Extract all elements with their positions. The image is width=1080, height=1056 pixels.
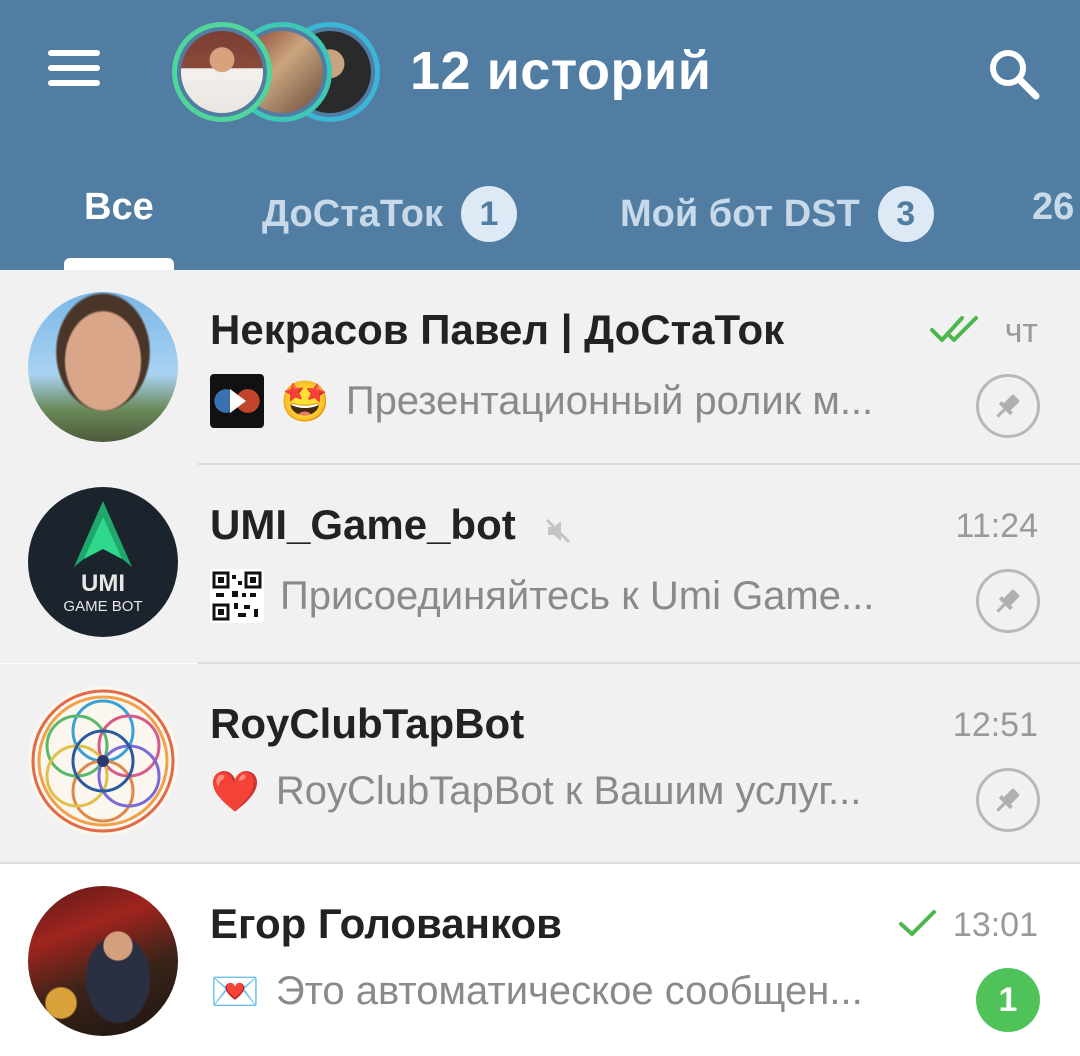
- chat-time: 13:01: [952, 906, 1038, 944]
- unread-count-badge: 1: [976, 968, 1040, 1032]
- tab-dostatok[interactable]: ДоСтаТок 1: [262, 186, 517, 242]
- video-thumbnail-icon: [210, 374, 264, 428]
- chat-name: UMI_Game_bot: [210, 501, 516, 548]
- check-icon: [899, 910, 936, 936]
- chat-preview-text: Это автоматическое сообщен...: [275, 969, 863, 1013]
- pin-icon: [976, 569, 1040, 633]
- hamburger-menu-icon[interactable]: [48, 50, 104, 94]
- star-eyes-emoji: 🤩: [280, 379, 330, 424]
- chat-preview: ❤️ RoyClubTapBot к Вашим услуг...: [210, 768, 861, 815]
- stories-stack[interactable]: [172, 22, 382, 122]
- tab-label: Мой бот DST: [620, 192, 860, 235]
- story-avatar-1[interactable]: [172, 22, 272, 122]
- chat-row-nekrasov[interactable]: Некрасов Павел | ДоСтаТок чт 🤩 Презентац…: [0, 270, 1080, 468]
- avatar: [28, 292, 178, 442]
- muted-speaker-icon: [545, 518, 571, 544]
- flower-of-life-logo: [31, 689, 175, 833]
- chat-preview-text: Презентационный ролик м...: [345, 378, 874, 423]
- svg-text:UMI: UMI: [81, 570, 125, 597]
- chat-list: Некрасов Павел | ДоСтаТок чт 🤩 Презентац…: [0, 270, 1080, 1056]
- umi-logo: UMI GAME BOT: [63, 501, 143, 615]
- tab-unread-badge: 1: [460, 186, 517, 242]
- chat-name: Егор Голованков: [210, 900, 562, 947]
- tab-label: 26: [1032, 186, 1075, 228]
- avatar: [28, 686, 178, 836]
- folder-tabs: Все ДоСтаТок 1 Мой бот DST 3 26: [0, 170, 1080, 270]
- chat-preview: 💌 Это автоматическое сообщен...: [210, 968, 863, 1015]
- chat-preview-text: RoyClubTapBot к Вашим услуг...: [275, 769, 862, 813]
- chat-row-royclubtapbot[interactable]: RoyClubTapBot 12:51 ❤️ RoyClubTapBot к В…: [0, 664, 1080, 862]
- active-tab-indicator: [64, 258, 174, 270]
- chat-time: 11:24: [955, 507, 1038, 545]
- pin-icon: [976, 374, 1040, 438]
- app-header: 12 историй Все ДоСтаТок 1 Мой бот DST 3 …: [0, 0, 1080, 270]
- double-check-icon: [930, 316, 978, 342]
- love-letter-emoji: 💌: [210, 970, 260, 1014]
- chat-name: Некрасов Павел | ДоСтаТок: [210, 306, 785, 353]
- chat-row-egor-golovankov[interactable]: Егор Голованков 13:01 💌 Это автоматическ…: [0, 864, 1080, 1056]
- tab-26[interactable]: 26: [1032, 186, 1074, 229]
- tab-all[interactable]: Все: [84, 186, 154, 229]
- chat-preview-text: Присоединяйтесь к Umi Game...: [280, 573, 875, 618]
- tab-my-bot-dst[interactable]: Мой бот DST 3: [620, 186, 934, 242]
- svg-text:GAME BOT: GAME BOT: [63, 598, 142, 615]
- avatar: [28, 886, 178, 1036]
- qr-code-icon: [210, 569, 264, 623]
- chat-preview: 🤩 Презентационный ролик м...: [210, 374, 873, 428]
- tab-unread-badge: 3: [877, 186, 934, 242]
- chat-preview: Присоединяйтесь к Umi Game...: [210, 569, 874, 623]
- chat-name: RoyClubTapBot: [210, 700, 525, 747]
- tab-label: Все: [84, 186, 154, 228]
- red-heart-emoji: ❤️: [210, 770, 260, 814]
- tab-label: ДоСтаТок: [262, 192, 443, 235]
- chat-time: чт: [1004, 312, 1038, 350]
- stories-title[interactable]: 12 историй: [410, 40, 711, 102]
- chat-row-umi-game-bot[interactable]: UMI GAME BOT UMI_Game_bot 11:24 Присоеди…: [0, 465, 1080, 663]
- search-icon[interactable]: [986, 46, 1042, 102]
- avatar: UMI GAME BOT: [28, 487, 178, 637]
- chat-time: 12:51: [952, 706, 1038, 744]
- pin-icon: [976, 768, 1040, 832]
